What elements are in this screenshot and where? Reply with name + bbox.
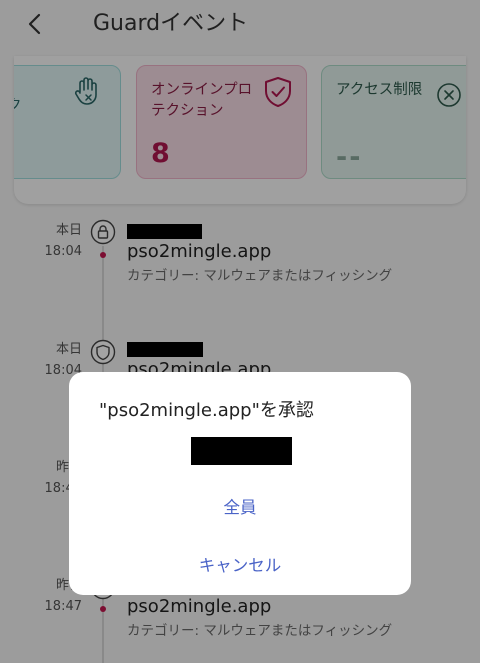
approve-dialog: "pso2mingle.app"を承認 全員 キャンセル xyxy=(69,372,411,595)
dialog-title: "pso2mingle.app"を承認 xyxy=(99,400,314,421)
redacted-text xyxy=(191,437,292,465)
cancel-button[interactable]: キャンセル xyxy=(69,554,411,578)
approve-all-button[interactable]: 全員 xyxy=(69,496,411,520)
